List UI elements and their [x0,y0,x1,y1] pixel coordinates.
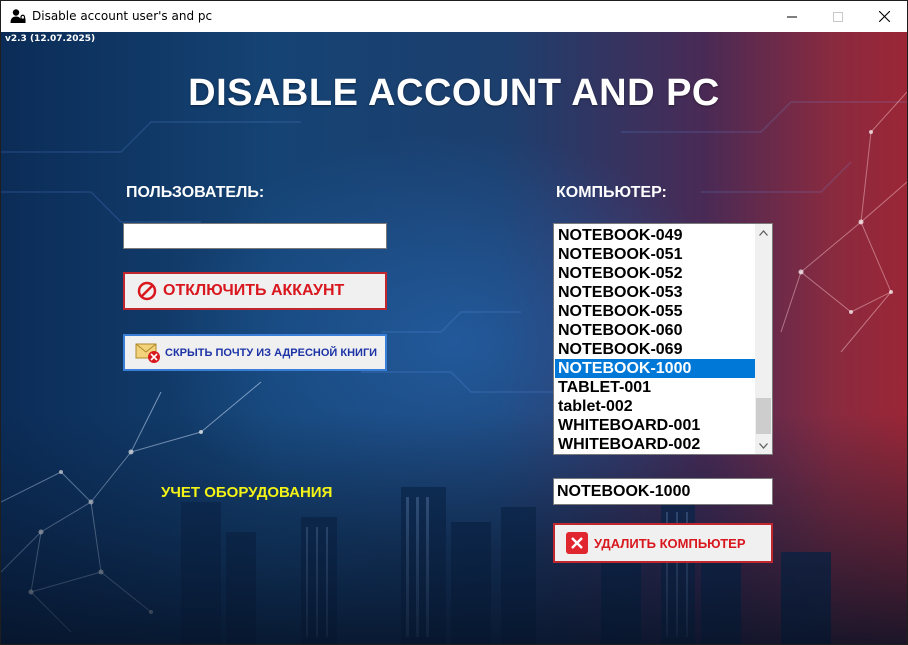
delete-computer-button[interactable]: УДАЛИТЬ КОМПЬЮТЕР [553,523,773,563]
scroll-up-button[interactable] [755,224,772,241]
chevron-up-icon [759,229,768,236]
main-panel: v2.3 (12.07.2025) DISABLE ACCOUNT AND PC… [1,32,907,644]
list-item[interactable]: NOTEBOOK-1000 [555,359,755,378]
prohibited-icon [137,281,157,301]
user-input[interactable] [123,223,387,249]
scroll-down-button[interactable] [755,437,772,454]
list-item[interactable]: NOTEBOOK-049 [555,226,755,245]
list-item[interactable]: WHITEBOARD-002 [555,435,755,454]
mail-remove-icon [135,343,160,363]
close-icon [878,11,890,22]
list-item[interactable]: WHITEBOARD-001 [555,416,755,435]
app-window: Disable account user's and pc v2.3 (12.0… [0,0,908,645]
listbox-scrollbar[interactable] [755,224,772,454]
maximize-icon [833,11,843,22]
list-item[interactable]: NOTEBOOK-052 [555,264,755,283]
list-item[interactable]: NOTEBOOK-069 [555,340,755,359]
delete-x-icon [566,532,588,554]
maximize-button[interactable] [815,1,861,32]
list-item[interactable]: NOTEBOOK-053 [555,283,755,302]
hardware-inventory-link[interactable]: УЧЕТ ОБОРУДОВАНИЯ [161,484,332,501]
delete-computer-label: УДАЛИТЬ КОМПЬЮТЕР [594,535,746,551]
title-bar[interactable]: Disable account user's and pc [1,1,907,32]
list-item[interactable]: NOTEBOOK-051 [555,245,755,264]
computer-list: NOTEBOOK-049 NOTEBOOK-051 NOTEBOOK-052 NOTE… [555,226,755,454]
close-button[interactable] [861,1,907,32]
user-lock-icon [10,9,26,23]
disable-account-button[interactable]: ОТКЛЮЧИТЬ АККАУНТ [123,272,387,310]
version-label: v2.3 (12.07.2025) [5,34,96,44]
page-title: DISABLE ACCOUNT AND PC [188,72,720,114]
window-title: Disable account user's and pc [32,9,213,23]
list-item[interactable]: TABLET-001 [555,378,755,397]
list-item[interactable]: NOTEBOOK-060 [555,321,755,340]
list-item[interactable]: NOTEBOOK-055 [555,302,755,321]
computer-listbox[interactable]: NOTEBOOK-049 NOTEBOOK-051 NOTEBOOK-052 NOTE… [553,223,773,455]
computer-input[interactable] [553,478,773,505]
chevron-down-icon [759,442,768,449]
hide-mail-label: СКРЫТЬ ПОЧТУ ИЗ АДРЕСНОЙ КНИГИ [165,346,378,359]
scroll-thumb[interactable] [756,398,771,434]
user-label: ПОЛЬЗОВАТЕЛЬ: [126,184,265,201]
hide-mail-button[interactable]: СКРЫТЬ ПОЧТУ ИЗ АДРЕСНОЙ КНИГИ [123,334,387,371]
minimize-icon [787,16,797,17]
minimize-button[interactable] [769,1,815,32]
list-item[interactable]: tablet-002 [555,397,755,416]
disable-account-label: ОТКЛЮЧИТЬ АККАУНТ [163,282,345,299]
computer-label: КОМПЬЮТЕР: [556,184,667,201]
